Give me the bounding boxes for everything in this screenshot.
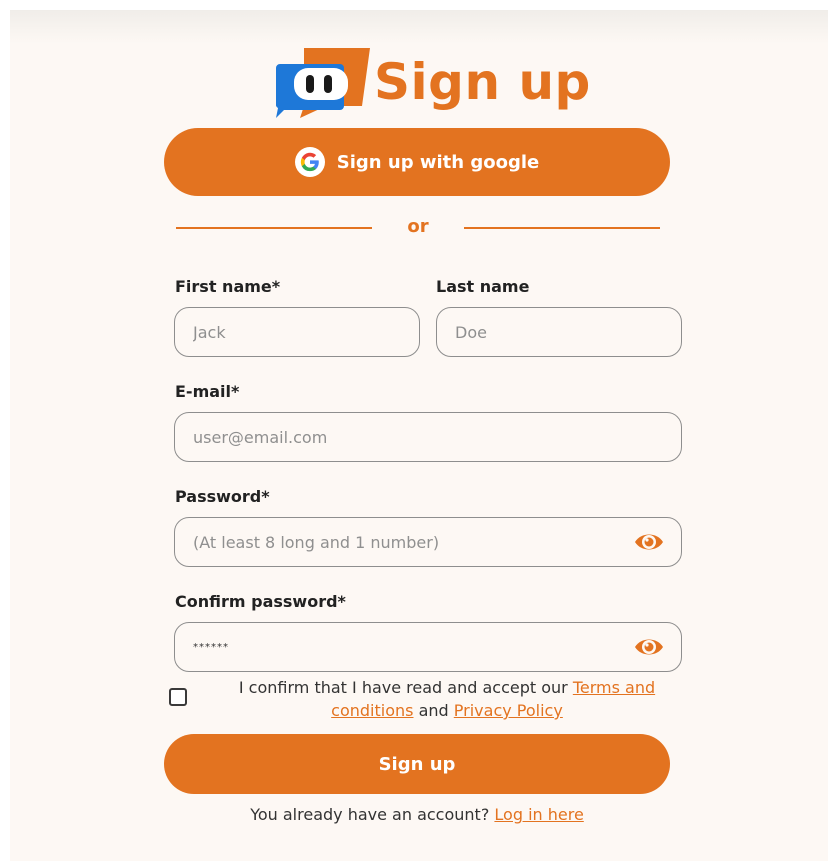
confirm-password-label: Confirm password* [175,592,346,611]
login-link[interactable]: Log in here [494,805,583,824]
eye-icon[interactable] [633,526,665,558]
consent-and: and [418,701,449,720]
page-title: Sign up [374,53,591,111]
consent-checkbox[interactable] [169,688,187,706]
email-label: E-mail* [175,382,240,401]
google-signup-button[interactable]: Sign up with google [164,128,670,196]
last-name-label: Last name [436,277,530,296]
or-divider: or [176,216,660,238]
google-g-icon [294,147,325,177]
password-label: Password* [175,487,270,506]
login-question: You already have an account? [250,805,490,824]
email-input[interactable] [174,412,682,462]
login-prompt: You already have an account? Log in here [164,805,670,824]
sign-up-button[interactable]: Sign up [164,734,670,794]
last-name-input[interactable] [436,307,682,357]
robot-logo-icon [270,46,370,118]
eye-icon[interactable] [633,631,665,663]
divider-text: or [407,216,429,237]
top-shadow [10,10,828,44]
consent-text: I confirm that I have read and accept ou… [212,676,682,722]
password-input[interactable] [174,517,682,567]
header: Sign up [270,46,591,118]
confirm-password-input[interactable] [174,622,682,672]
first-name-input[interactable] [174,307,420,357]
privacy-policy-link[interactable]: Privacy Policy [454,701,563,720]
first-name-label: First name* [175,277,281,296]
google-signup-label: Sign up with google [336,151,540,173]
consent-prefix: I confirm that I have read and accept ou… [238,678,568,697]
